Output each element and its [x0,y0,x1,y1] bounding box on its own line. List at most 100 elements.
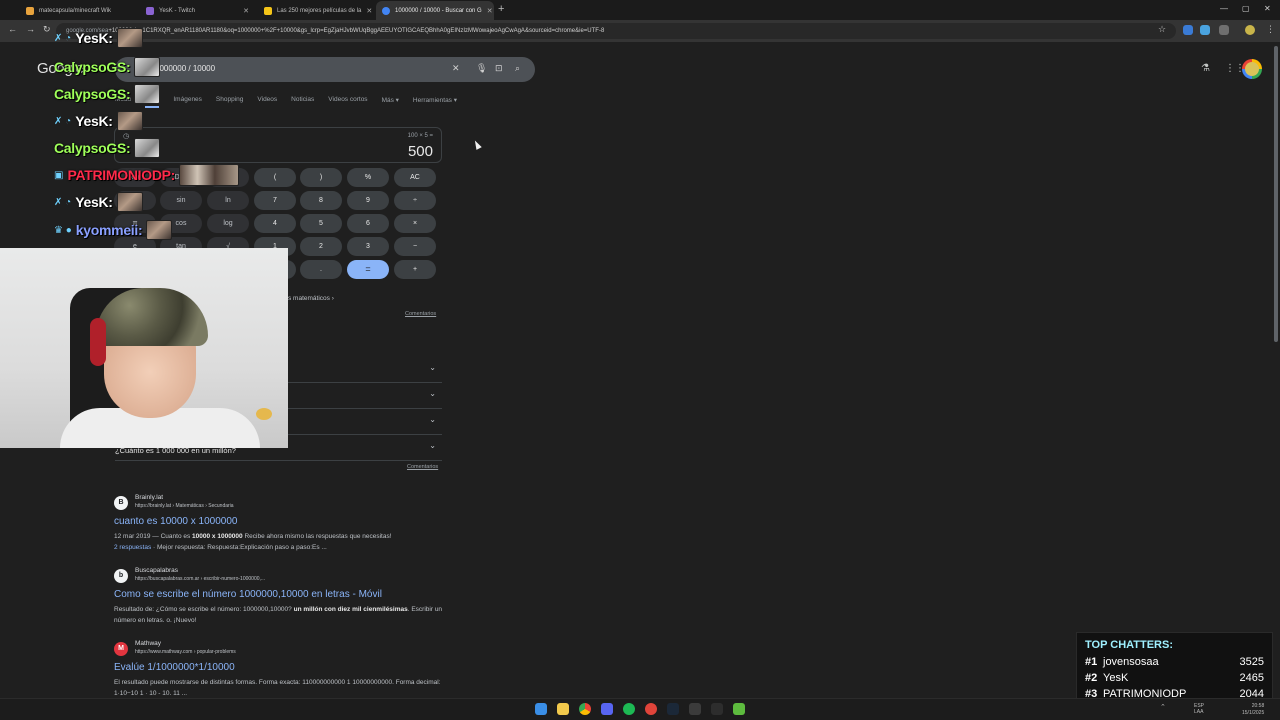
terminal-icon[interactable] [689,703,701,715]
extension-audio-icon[interactable] [1200,25,1210,35]
calc-key[interactable]: 5 [300,214,342,233]
mathway-favicon-icon: M [114,642,128,656]
result-title-link[interactable]: cuanto es 10000 x 1000000 [114,516,444,527]
more-math-tools-link[interactable]: s matemáticos › [288,295,334,302]
back-arrow-icon[interactable]: ← [8,24,17,34]
window-close-icon[interactable]: ✕ [1264,4,1271,13]
extensions-puzzle-icon[interactable] [1219,25,1229,35]
app-red-icon[interactable] [645,703,657,715]
result-source[interactable]: M Mathway https://www.mathway.com › popu… [114,640,444,658]
extension-translate-icon[interactable] [1183,25,1193,35]
maximize-icon[interactable]: ▢ [1242,4,1250,13]
tab-mas[interactable]: Más ▾ [382,96,399,108]
chat-username: YesK: [75,30,113,46]
chat-badge-icon: ✗ ◔ [54,32,72,44]
streamer-webcam [0,248,288,448]
chat-emote-icon [116,111,143,131]
chevron-down-icon[interactable]: ⌄ [429,441,436,450]
chatter-count: 3525 [1239,656,1264,668]
calc-key[interactable]: ) [300,168,342,187]
answers-link[interactable]: 2 respuestas [114,544,151,551]
snippet-text: El resultado puede mostrarse de distinta… [114,679,441,697]
lens-camera-icon[interactable]: ⊡ [495,63,503,74]
result-title-link[interactable]: Evalúe 1/1000000*1/10000 [114,662,444,673]
calc-key[interactable]: 6 [347,214,389,233]
chrome-icon[interactable] [579,703,591,715]
result-source[interactable]: b Buscapalabras https://buscapalabras.co… [114,567,444,585]
search-result-1: B Brainly.lat https://brainly.lat › Mate… [114,494,444,553]
clear-search-icon[interactable]: ✕ [452,63,460,74]
calc-key[interactable]: − [394,237,436,256]
chat-emote-icon [116,28,143,48]
file-explorer-icon[interactable] [557,703,569,715]
chat-message: ▣ PATRIMONIODP: [54,164,240,186]
profile-avatar-icon[interactable] [1245,25,1255,35]
app-notify-icon[interactable] [711,703,723,715]
result-site-name: Mathway [135,640,162,647]
browser-tab-4-active[interactable]: 1000000 / 10000 - Buscar con G ✕ [376,1,494,20]
chat-username: PATRIMONIODP: [67,167,176,183]
discord-icon[interactable] [601,703,613,715]
spotify-icon[interactable] [623,703,635,715]
bookmark-star-icon[interactable]: ☆ [1158,24,1166,35]
result-snippet: El resultado puede mostrarse de distinta… [114,677,444,699]
chat-badge-icon: ✗ ◔ [54,115,72,127]
account-avatar[interactable] [1242,59,1262,79]
microphone-icon[interactable]: 🎙 [476,63,487,74]
result-url: https://buscapalabras.com.ar › escribir-… [135,576,266,582]
result-snippet: Resultado de: ¿Cómo se escribe el número… [114,604,444,626]
result-source[interactable]: B Brainly.lat https://brainly.lat › Mate… [114,494,444,512]
close-icon[interactable]: ✕ [487,7,493,15]
calculator-feedback-link[interactable]: Comentarios [405,311,436,317]
calc-key[interactable]: 3 [347,237,389,256]
calc-key[interactable]: × [394,214,436,233]
tray-language[interactable]: ESP LAA [1194,703,1208,715]
calc-key[interactable]: 8 [300,191,342,210]
google-favicon-icon [382,6,390,15]
snippet-bold: un millón con diez mil cienmilésimas [293,606,408,613]
tab-label: YesK - Twitch [159,7,196,14]
tab-herramientas[interactable]: Herramientas ▾ [413,96,457,108]
tray-clock[interactable]: 20:58 15/1/2025 [1242,703,1264,717]
chatter-rank: #1 [1085,656,1098,668]
chevron-down-icon[interactable]: ⌄ [429,389,436,398]
stream-chat-overlay: ✗ ◔ YesK: CalypsoGS: CalypsoGS: ✗ ◔ YesK: Caly… [54,25,304,250]
more-math-tools-label: s matemáticos [288,295,330,302]
page-scrollbar[interactable] [1274,46,1278,342]
chat-username: CalypsoGS: [54,140,131,156]
reload-icon[interactable]: ↻ [43,24,51,35]
tab-favicon-icon [146,6,154,15]
calc-key[interactable]: % [347,168,389,187]
browser-tab-bar: matecapsula/minecraft Wik YesK - Twitch … [0,0,1280,20]
close-icon[interactable]: ✕ [366,7,372,15]
chat-emote-icon [116,192,143,212]
chevron-down-icon[interactable]: ⌄ [429,415,436,424]
browser-tab-3[interactable]: Las 250 mejores películas de la ✕ [258,1,373,20]
chevron-down-icon[interactable]: ⌄ [429,363,436,372]
search-icon[interactable]: ⌕ [515,63,520,74]
browser-tab-2[interactable]: YesK - Twitch ✕ [140,1,255,20]
calc-key[interactable]: AC [394,168,436,187]
calc-key[interactable]: ÷ [394,191,436,210]
calc-key[interactable]: 2 [300,237,342,256]
result-site-name: Buscapalabras [135,567,178,574]
calc-key[interactable]: + [394,260,436,279]
brainly-favicon-icon: B [114,496,128,510]
calc-key[interactable]: = [347,260,389,279]
result-title-link[interactable]: Como se escribe el número 1000000,10000 … [114,589,444,600]
minimize-icon[interactable]: — [1220,4,1228,13]
calc-key[interactable]: . [300,260,342,279]
paa-feedback-link[interactable]: Comentarios [407,464,438,470]
tab-videos-cortos[interactable]: Videos cortos [328,96,367,108]
windows-start-icon[interactable] [535,703,547,715]
forward-arrow-icon[interactable]: → [26,24,35,34]
browser-tab-1[interactable]: matecapsula/minecraft Wik [20,1,138,20]
close-icon[interactable]: ✕ [243,7,249,15]
browser-menu-icon[interactable]: ⋮ [1266,24,1275,35]
steam-icon[interactable] [667,703,679,715]
labs-flask-icon[interactable]: ⚗ [1201,63,1210,74]
minecraft-icon[interactable] [733,703,745,715]
tray-chevron-icon[interactable]: ⌃ [1160,703,1166,711]
calc-key[interactable]: 9 [347,191,389,210]
new-tab-icon[interactable]: + [498,3,504,15]
